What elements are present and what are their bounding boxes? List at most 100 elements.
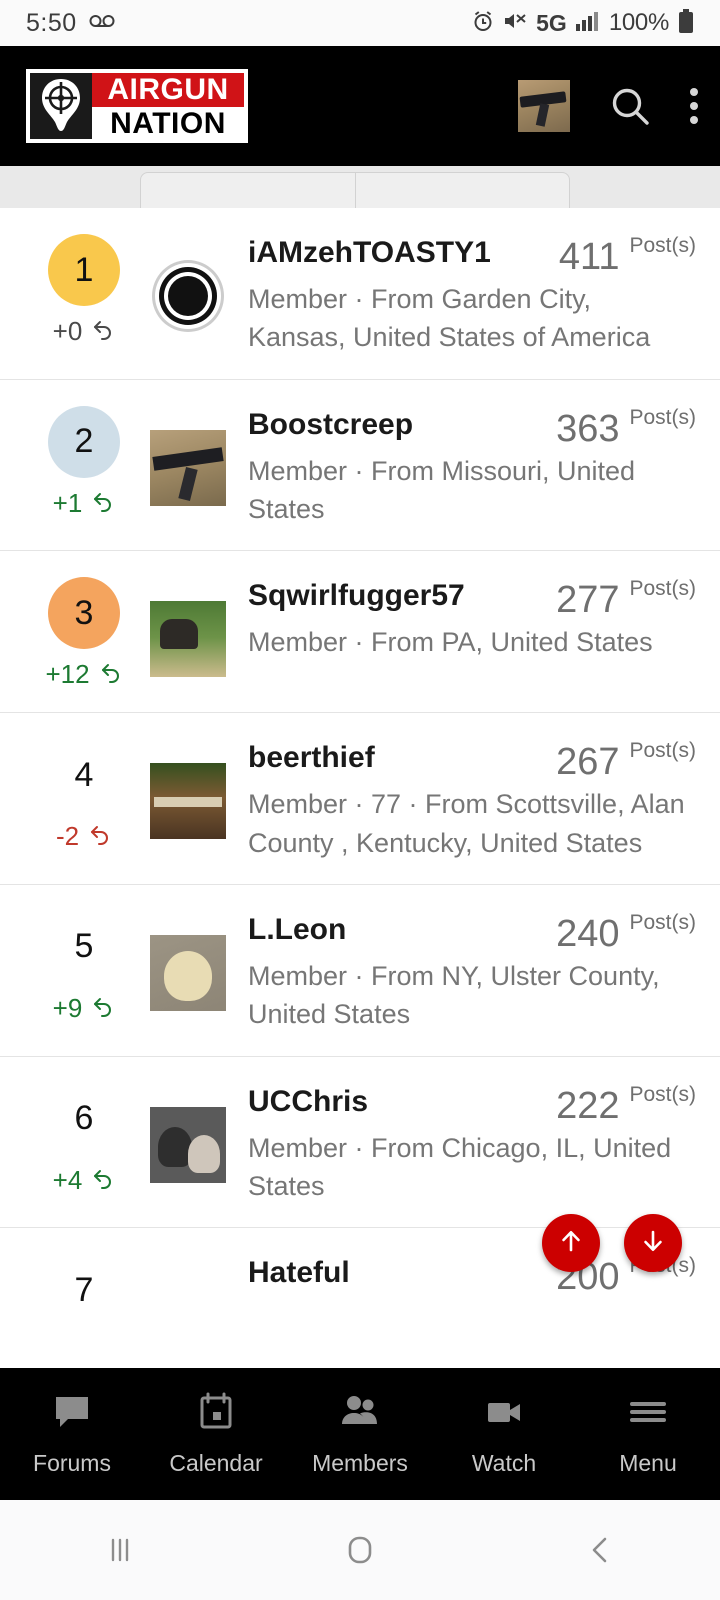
member-info-top: UCChris 222 Post(s) — [248, 1083, 696, 1125]
status-bar-left: 5:50 — [26, 9, 115, 38]
avatar[interactable] — [150, 258, 226, 334]
member-meta: Member · 77 · From Scottsville, Alan Cou… — [248, 789, 685, 858]
username-link[interactable]: Sqwirlfugger57 — [248, 577, 556, 615]
rank-delta: +9 — [53, 993, 116, 1024]
network-type-label: 5G — [536, 9, 567, 36]
table-row[interactable]: 6 +4 UCChris 222 Post(s) Member · From C… — [0, 1057, 720, 1229]
member-meta: Member · From Chicago, IL, United States — [248, 1132, 672, 1201]
post-count: 267 — [556, 741, 620, 784]
header-actions — [518, 46, 698, 166]
nav-item-menu[interactable]: Menu — [576, 1391, 720, 1477]
table-row[interactable]: 5 +9 L.Leon 240 Post(s) Member · From NY… — [0, 885, 720, 1057]
more-vertical-icon[interactable] — [690, 88, 698, 124]
username-link[interactable]: beerthief — [248, 739, 556, 777]
rank-delta: +4 — [53, 1165, 116, 1196]
post-count: 363 — [556, 407, 620, 450]
revert-arrow-icon — [91, 1165, 115, 1196]
avatar[interactable] — [150, 601, 226, 678]
home-icon[interactable] — [240, 1530, 480, 1570]
rank-column: 4 -2 — [18, 739, 150, 852]
username-link[interactable]: iAMzehTOASTY1 — [248, 234, 559, 272]
rank-delta-value: +4 — [52, 1164, 83, 1195]
voicemail-icon — [89, 14, 115, 33]
app-header: AIRGUN NATION — [0, 46, 720, 166]
revert-arrow-icon — [91, 316, 115, 347]
member-info-top: Boostcreep 363 Post(s) — [248, 406, 696, 448]
signal-bars-icon — [575, 11, 600, 36]
back-icon[interactable] — [480, 1532, 720, 1568]
rank-delta-value: +1 — [52, 487, 83, 518]
nav-label-watch: Watch — [471, 1450, 537, 1476]
status-bar-right: 5G 100% — [472, 8, 694, 38]
member-info-top: beerthief 267 Post(s) — [248, 739, 696, 781]
avatar[interactable] — [150, 429, 226, 506]
avatar[interactable] — [150, 1278, 226, 1354]
rank-badge: 5 — [74, 927, 94, 966]
scroll-to-bottom-button[interactable] — [624, 1214, 682, 1272]
site-logo[interactable]: AIRGUN NATION — [26, 69, 248, 143]
post-count-wrap: 240 Post(s) — [556, 911, 696, 953]
table-row[interactable]: 3 +12 Sqwirlfugger57 277 Post(s) Member … — [0, 551, 720, 714]
people-icon — [339, 1391, 381, 1438]
username-link[interactable]: L.Leon — [248, 911, 556, 949]
recents-icon[interactable] — [0, 1532, 240, 1568]
table-row[interactable]: 2 +1 Boostcreep 363 Post(s) Member · Fro… — [0, 380, 720, 552]
username-link[interactable]: UCChris — [248, 1083, 556, 1121]
logo-airgun-text: AIRGUN — [92, 73, 244, 107]
segmented-button-left[interactable] — [141, 173, 355, 208]
rank-delta-value: +0 — [52, 316, 83, 346]
scroll-to-top-button[interactable] — [542, 1214, 600, 1272]
member-info-top: L.Leon 240 Post(s) — [248, 911, 696, 953]
rank-delta: -2 — [56, 821, 112, 852]
segmented-button-right[interactable] — [354, 173, 570, 208]
nav-item-calendar[interactable]: Calendar — [144, 1391, 288, 1477]
arrow-down-icon — [638, 1226, 668, 1261]
clock-time: 5:50 — [26, 8, 77, 37]
rank-badge: 7 — [74, 1270, 94, 1309]
avatar[interactable] — [150, 763, 226, 840]
post-count-label: Post(s) — [629, 577, 696, 601]
rank-column: 1 +0 — [18, 234, 150, 347]
post-count-wrap: 277 Post(s) — [556, 577, 696, 619]
avatar[interactable] — [150, 1106, 226, 1183]
nav-item-forums[interactable]: Forums — [0, 1391, 144, 1477]
nav-item-members[interactable]: Members — [288, 1391, 432, 1477]
battery-percent-label: 100% — [608, 9, 669, 36]
rank-badge: 6 — [74, 1099, 94, 1138]
member-info: UCChris 222 Post(s) Member · From Chicag… — [248, 1083, 702, 1206]
table-row[interactable]: 1 +0 iAMzehTOASTY1 411 Post(s) Member · … — [0, 208, 720, 380]
rank-delta: +1 — [53, 488, 116, 519]
revert-arrow-icon — [91, 993, 115, 1024]
user-avatar[interactable] — [518, 80, 570, 132]
segmented-button-group[interactable] — [140, 172, 570, 208]
post-count-label: Post(s) — [629, 1082, 696, 1106]
nav-item-watch[interactable]: Watch — [432, 1391, 576, 1477]
table-row[interactable]: 4 -2 beerthief 267 Post(s) Member · 77 ·… — [0, 713, 720, 885]
post-count-label: Post(s) — [629, 739, 696, 763]
avatar[interactable] — [150, 934, 226, 1011]
nav-label-menu: Menu — [619, 1450, 677, 1476]
rank-column: 6 +4 — [18, 1083, 150, 1196]
rank-delta: +0 — [53, 316, 116, 347]
rank-delta-value: +12 — [45, 659, 90, 690]
post-count-wrap: 363 Post(s) — [556, 406, 696, 448]
rank-badge: 2 — [48, 405, 120, 478]
member-info: L.Leon 240 Post(s) Member · From NY, Uls… — [248, 911, 702, 1034]
search-icon[interactable] — [608, 84, 652, 128]
member-info: beerthief 267 Post(s) Member · 77 · From… — [248, 739, 702, 862]
revert-arrow-icon — [91, 488, 115, 519]
app-root: 5:50 5G 100% AIRGUN NATION 1 +0 iAMzehTO… — [0, 0, 720, 1600]
member-info: Boostcreep 363 Post(s) Member · From Mis… — [248, 406, 702, 529]
revert-arrow-icon — [99, 659, 123, 690]
member-meta: Member · From Missouri, United States — [248, 455, 636, 524]
rank-column: 7 — [18, 1254, 150, 1326]
bottom-navigation: Forums Calendar Members Watch Menu — [0, 1368, 720, 1500]
post-count-label: Post(s) — [629, 405, 696, 429]
post-count: 222 — [556, 1084, 620, 1127]
username-link[interactable]: Boostcreep — [248, 406, 556, 444]
battery-full-icon — [678, 8, 694, 38]
rank-delta: +12 — [45, 659, 122, 690]
username-link[interactable]: Hateful — [248, 1254, 556, 1292]
rank-column: 3 +12 — [18, 577, 150, 690]
rank-delta-value: -2 — [55, 821, 80, 852]
